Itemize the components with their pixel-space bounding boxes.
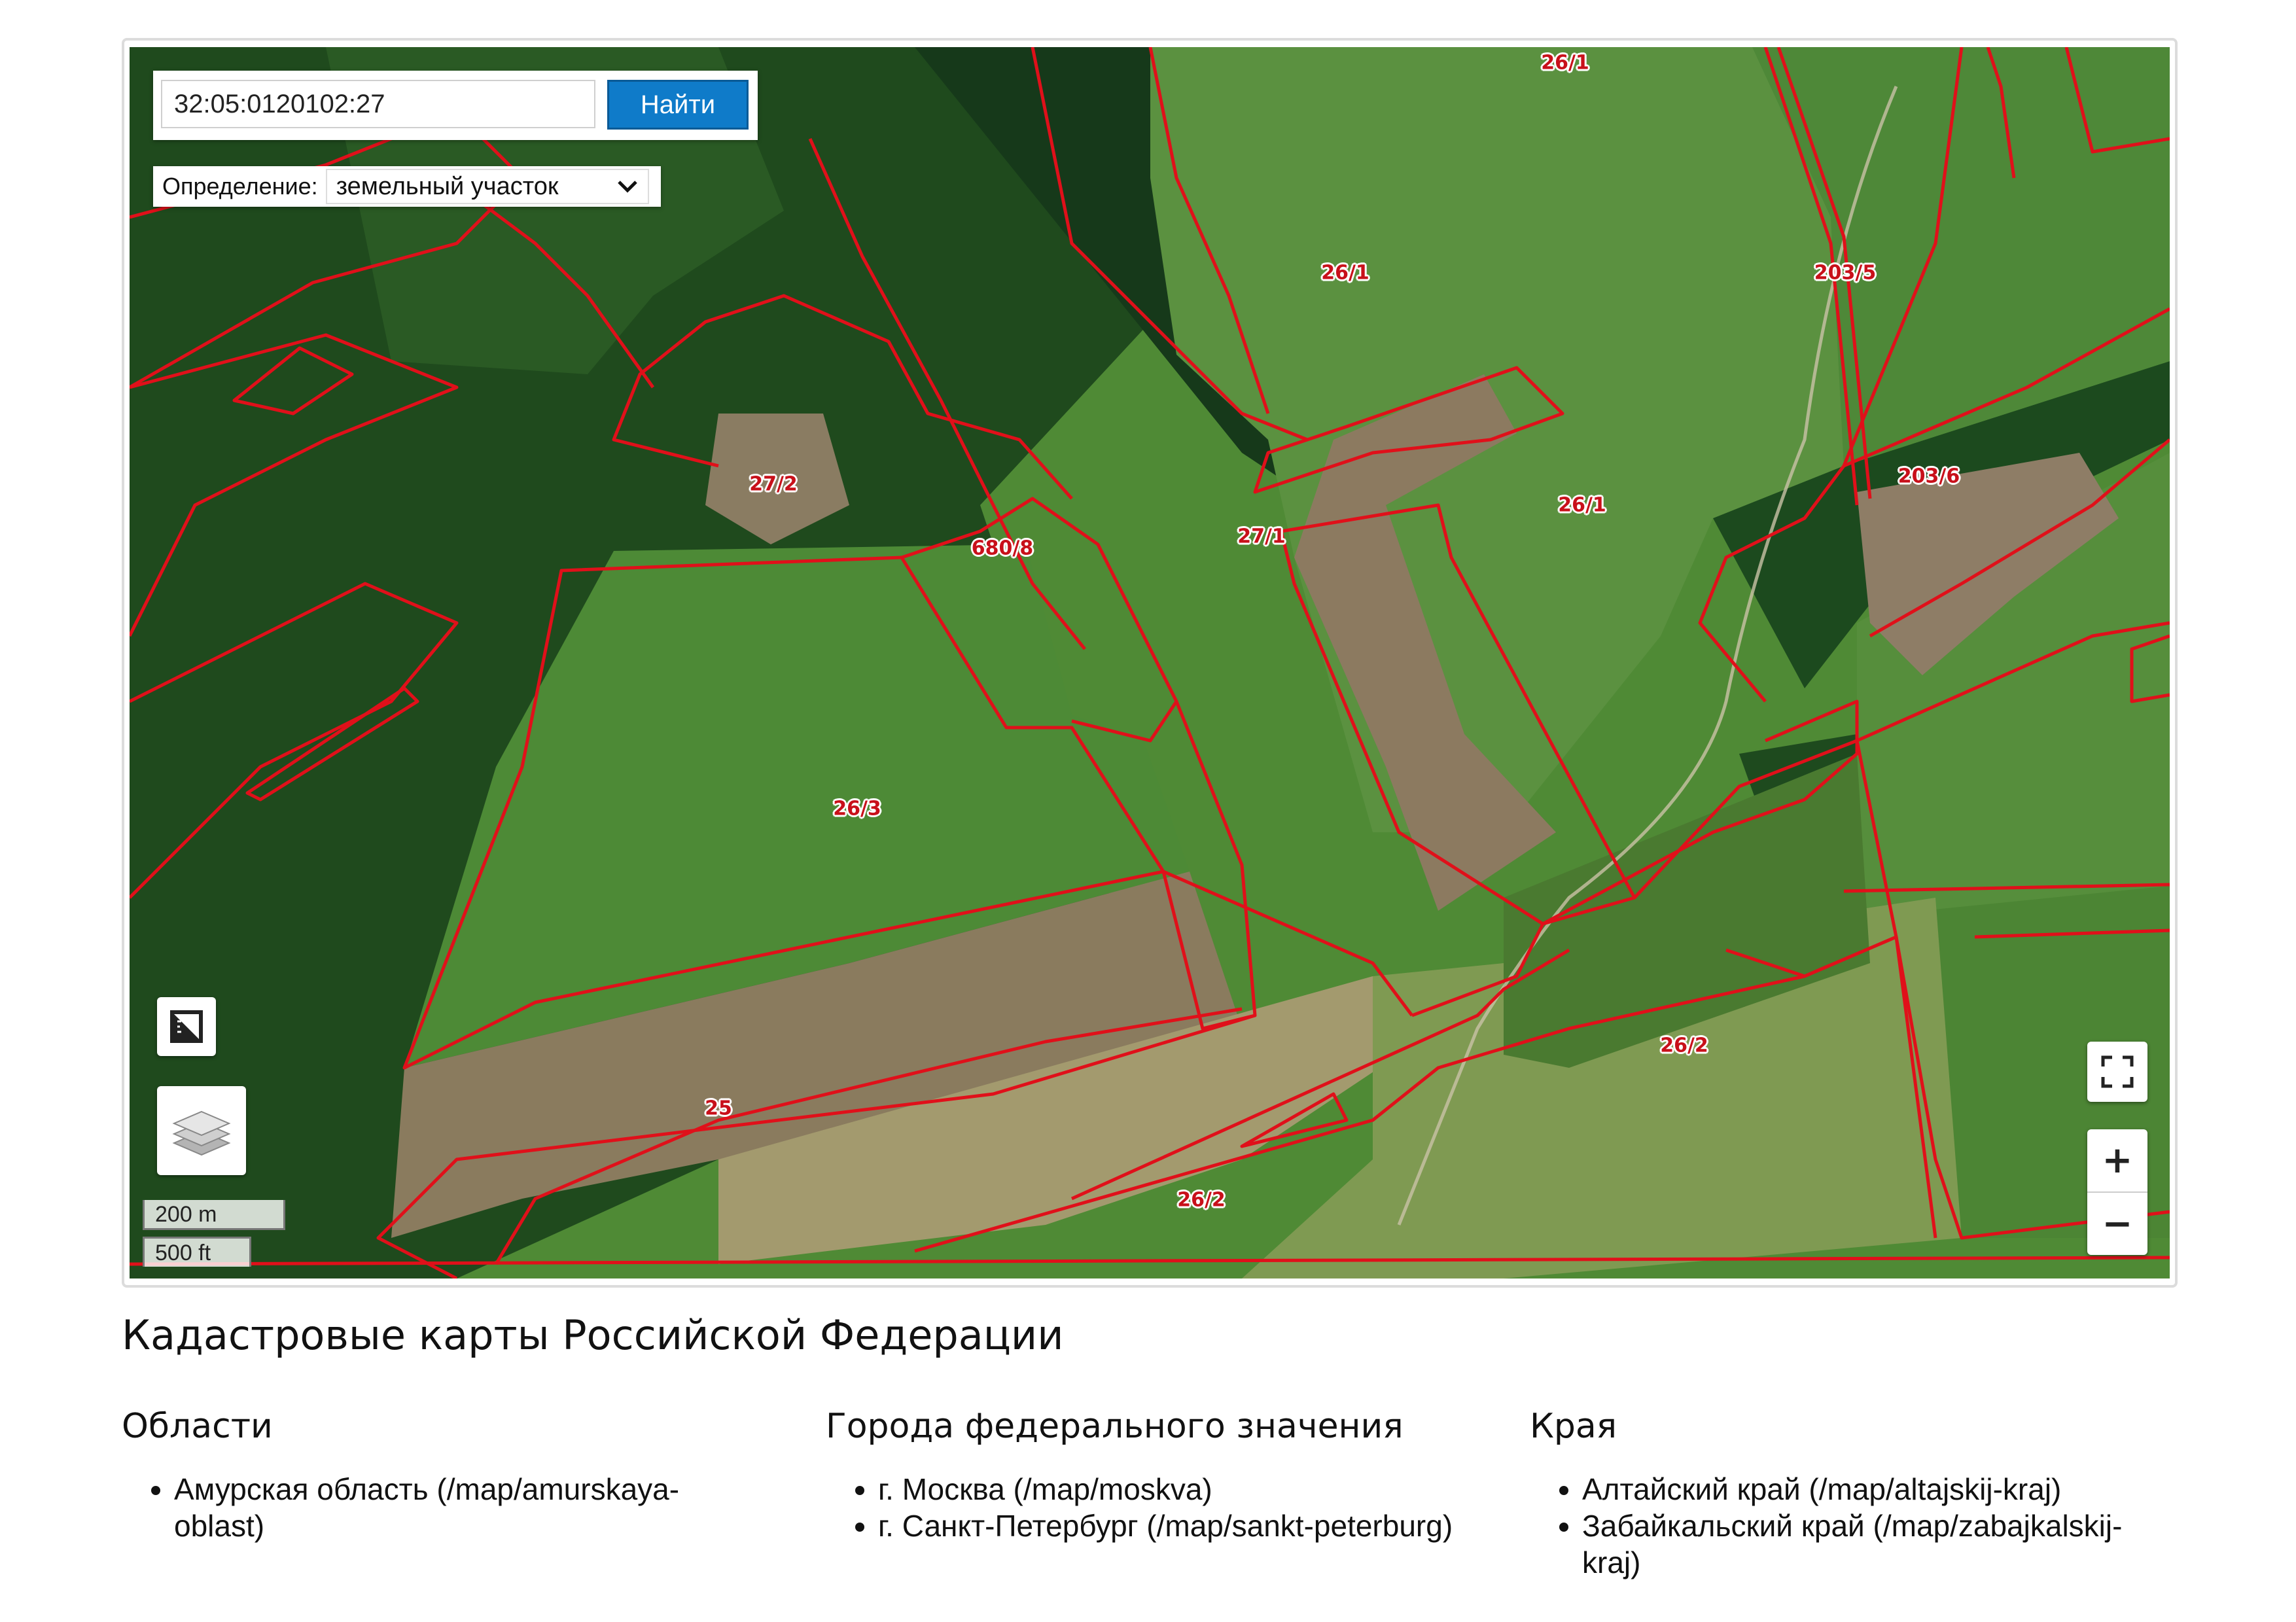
parcel-label[interactable]: 25: [705, 1097, 732, 1120]
fullscreen-button[interactable]: [2087, 1042, 2147, 1102]
definition-select[interactable]: земельный участок: [325, 169, 649, 204]
list-item[interactable]: г. Санкт-Петербург (/map/sankt-peterburg…: [878, 1507, 1454, 1544]
layers-icon: [172, 1110, 231, 1156]
regions-heading: Области: [122, 1407, 273, 1446]
list-item[interactable]: г. Москва (/map/moskva): [878, 1471, 1454, 1507]
list-item[interactable]: Забайкальский край (/map/zabajkalskij-kr…: [1582, 1507, 2158, 1581]
krais-list: Алтайский край (/map/altajskij-kraj) Заб…: [1530, 1471, 2158, 1581]
satellite-imagery: [130, 47, 2170, 1278]
krais-heading: Края: [1530, 1407, 1617, 1446]
parcel-label[interactable]: 26/2: [1177, 1189, 1226, 1212]
federal-cities-column: Города федерального значения г. Москва (…: [826, 1407, 1454, 1544]
definition-label: Определение:: [162, 173, 318, 200]
parcel-label[interactable]: 203/5: [1814, 262, 1876, 285]
cadastral-number-input[interactable]: [161, 80, 595, 128]
krais-column: Края Алтайский край (/map/altajskij-kraj…: [1530, 1407, 2158, 1581]
list-item[interactable]: Алтайский край (/map/altajskij-kraj): [1582, 1471, 2158, 1507]
parcel-label[interactable]: 27/2: [749, 473, 798, 496]
parcel-label[interactable]: 26/1: [1541, 52, 1589, 75]
definition-selected-value: земельный участок: [336, 172, 559, 200]
parcel-label[interactable]: 26/3: [833, 798, 881, 820]
fullscreen-icon: [2101, 1055, 2134, 1088]
measure-tool-button[interactable]: [157, 997, 216, 1056]
parcel-label[interactable]: 26/2: [1660, 1034, 1708, 1057]
definition-selector: Определение: земельный участок: [153, 166, 661, 207]
parcel-label[interactable]: 680/8: [972, 537, 1033, 560]
scale-imperial: 500 ft: [143, 1237, 251, 1267]
list-item[interactable]: Амурская область (/map/amurskaya-oblast): [174, 1471, 750, 1544]
cadastral-map[interactable]: 26/1 26/1 203/5 203/6 26/1 27/2 680/8 27…: [130, 47, 2170, 1278]
ruler-icon: [170, 1010, 203, 1043]
regions-list: Амурская область (/map/amurskaya-oblast): [122, 1471, 750, 1544]
parcel-label[interactable]: 27/1: [1237, 525, 1286, 548]
parcel-label[interactable]: 26/1: [1321, 262, 1369, 285]
cadastral-search-panel: Найти: [153, 71, 758, 140]
federal-cities-heading: Города федерального значения: [826, 1407, 1404, 1446]
zoom-control: + −: [2087, 1129, 2147, 1255]
chevron-down-icon: [617, 181, 637, 193]
regions-column: Области Амурская область (/map/amurskaya…: [122, 1407, 750, 1544]
scale-metric: 200 m: [143, 1200, 285, 1230]
parcel-label[interactable]: 203/6: [1898, 465, 1960, 488]
federal-cities-list: г. Москва (/map/moskva) г. Санкт-Петербу…: [826, 1471, 1454, 1544]
zoom-out-button[interactable]: −: [2087, 1193, 2147, 1255]
zoom-in-button[interactable]: +: [2087, 1129, 2147, 1193]
layers-button[interactable]: [157, 1086, 246, 1175]
parcel-label[interactable]: 26/1: [1558, 494, 1606, 517]
find-button[interactable]: Найти: [607, 80, 749, 130]
page-title: Кадастровые карты Российской Федерации: [122, 1311, 1064, 1359]
